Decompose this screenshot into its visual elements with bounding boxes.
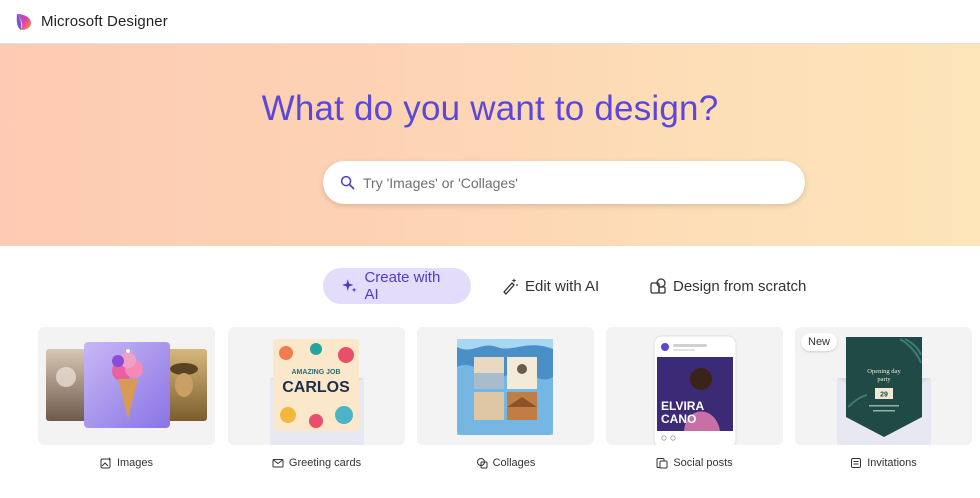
card-images[interactable] xyxy=(38,327,215,445)
card-collages[interactable] xyxy=(417,327,594,445)
hero-banner: What do you want to design? xyxy=(0,44,980,246)
card-greeting-cards[interactable]: AMAZING JOB CARLOS xyxy=(228,327,405,445)
mail-icon xyxy=(272,459,284,468)
caption-images[interactable]: Images xyxy=(38,455,215,471)
app-title[interactable]: Microsoft Designer xyxy=(41,13,168,30)
image-sparkle-icon xyxy=(100,457,112,469)
search-input[interactable] xyxy=(363,174,783,191)
caption-invitations[interactable]: Invitations xyxy=(795,455,972,471)
tab-label: Design from scratch xyxy=(673,277,807,295)
search-box[interactable] xyxy=(323,161,805,204)
social-post-preview: ELVIRA CANO xyxy=(653,335,737,445)
caption-social-posts[interactable]: Social posts xyxy=(606,455,783,471)
tab-edit-with-ai[interactable]: Edit with AI xyxy=(501,268,599,304)
shapes-icon xyxy=(650,278,666,294)
social-line1: ELVIRA xyxy=(661,399,704,413)
tab-create-with-ai[interactable]: Create with AI xyxy=(323,268,471,304)
caption-collages[interactable]: Collages xyxy=(417,455,594,471)
tab-label: Edit with AI xyxy=(525,277,600,295)
caption-label: Collages xyxy=(492,457,536,469)
search-icon xyxy=(340,175,355,190)
caption-label: Social posts xyxy=(673,457,733,469)
caption-label: Greeting cards xyxy=(288,457,362,469)
sparkle-icon xyxy=(341,279,357,293)
hero-title: What do you want to design? xyxy=(261,89,719,128)
greeting-line2: CARLOS xyxy=(282,379,350,396)
social-line2: CANO xyxy=(661,412,696,426)
tab-design-from-scratch[interactable]: Design from scratch xyxy=(649,268,806,304)
caption-label: Images xyxy=(116,457,154,469)
designer-logo-icon[interactable] xyxy=(15,13,33,31)
greeting-line1: AMAZING JOB xyxy=(292,369,341,376)
new-badge: New xyxy=(801,333,838,351)
mode-tabs: Create with AI Edit with AI Design from … xyxy=(0,268,980,304)
collage-icon xyxy=(476,458,488,469)
invitation-icon xyxy=(851,458,862,468)
invitation-line2: party xyxy=(877,376,891,383)
images-preview xyxy=(46,342,207,428)
collage-preview xyxy=(457,339,553,435)
magic-wand-icon xyxy=(503,278,518,295)
invitation-line1: Opening day xyxy=(867,368,901,375)
card-invitations[interactable]: Opening day party 29 New xyxy=(795,327,972,445)
tab-label: Create with AI xyxy=(364,269,441,303)
caption-greeting-cards[interactable]: Greeting cards xyxy=(228,455,405,471)
top-bar: Microsoft Designer xyxy=(0,0,980,44)
invitation-date: 29 xyxy=(880,392,888,399)
card-social-posts[interactable]: ELVIRA CANO xyxy=(606,327,783,445)
social-post-icon xyxy=(656,458,668,469)
greeting-card-preview: AMAZING JOB CARLOS xyxy=(273,339,359,431)
caption-label: Invitations xyxy=(867,457,917,469)
